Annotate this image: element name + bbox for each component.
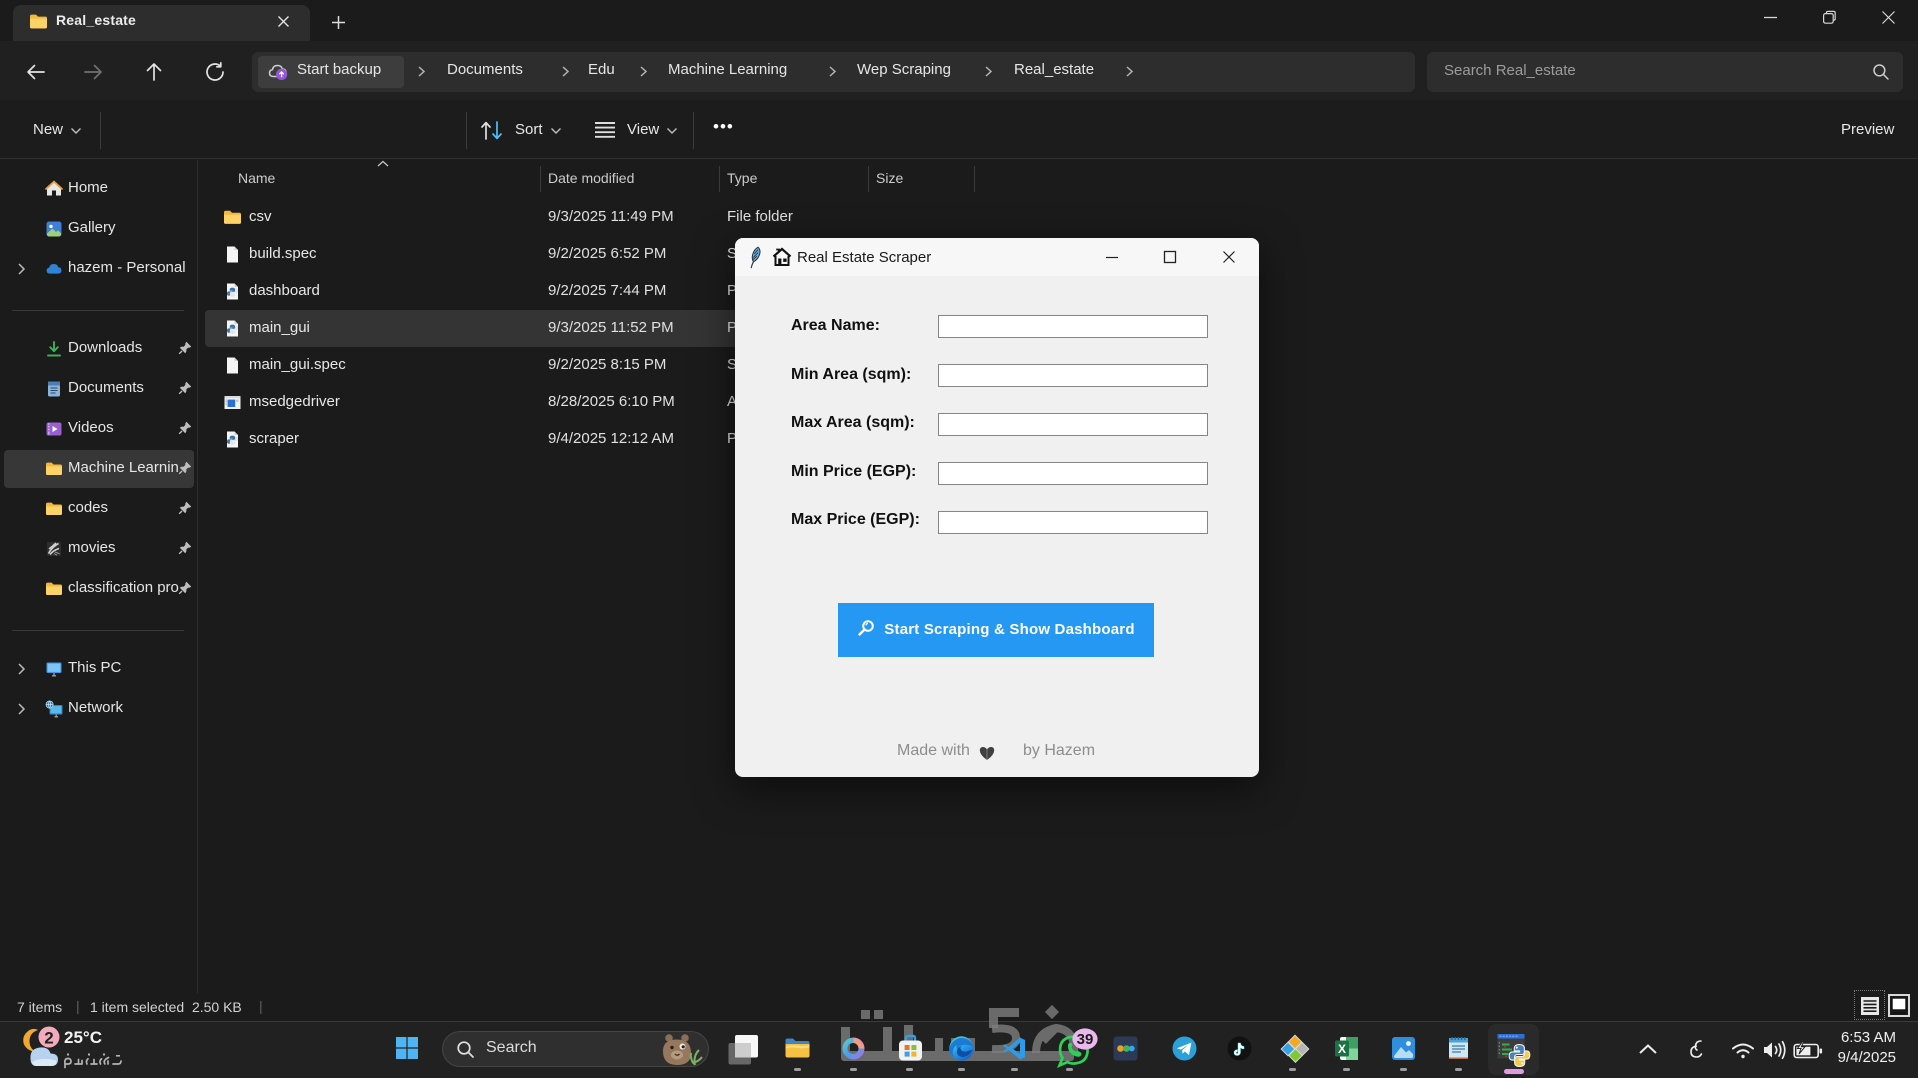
svg-text:39: 39 bbox=[1077, 1031, 1094, 1048]
svg-text:X: X bbox=[1338, 1042, 1346, 1056]
svg-text:2: 2 bbox=[44, 1029, 53, 1048]
